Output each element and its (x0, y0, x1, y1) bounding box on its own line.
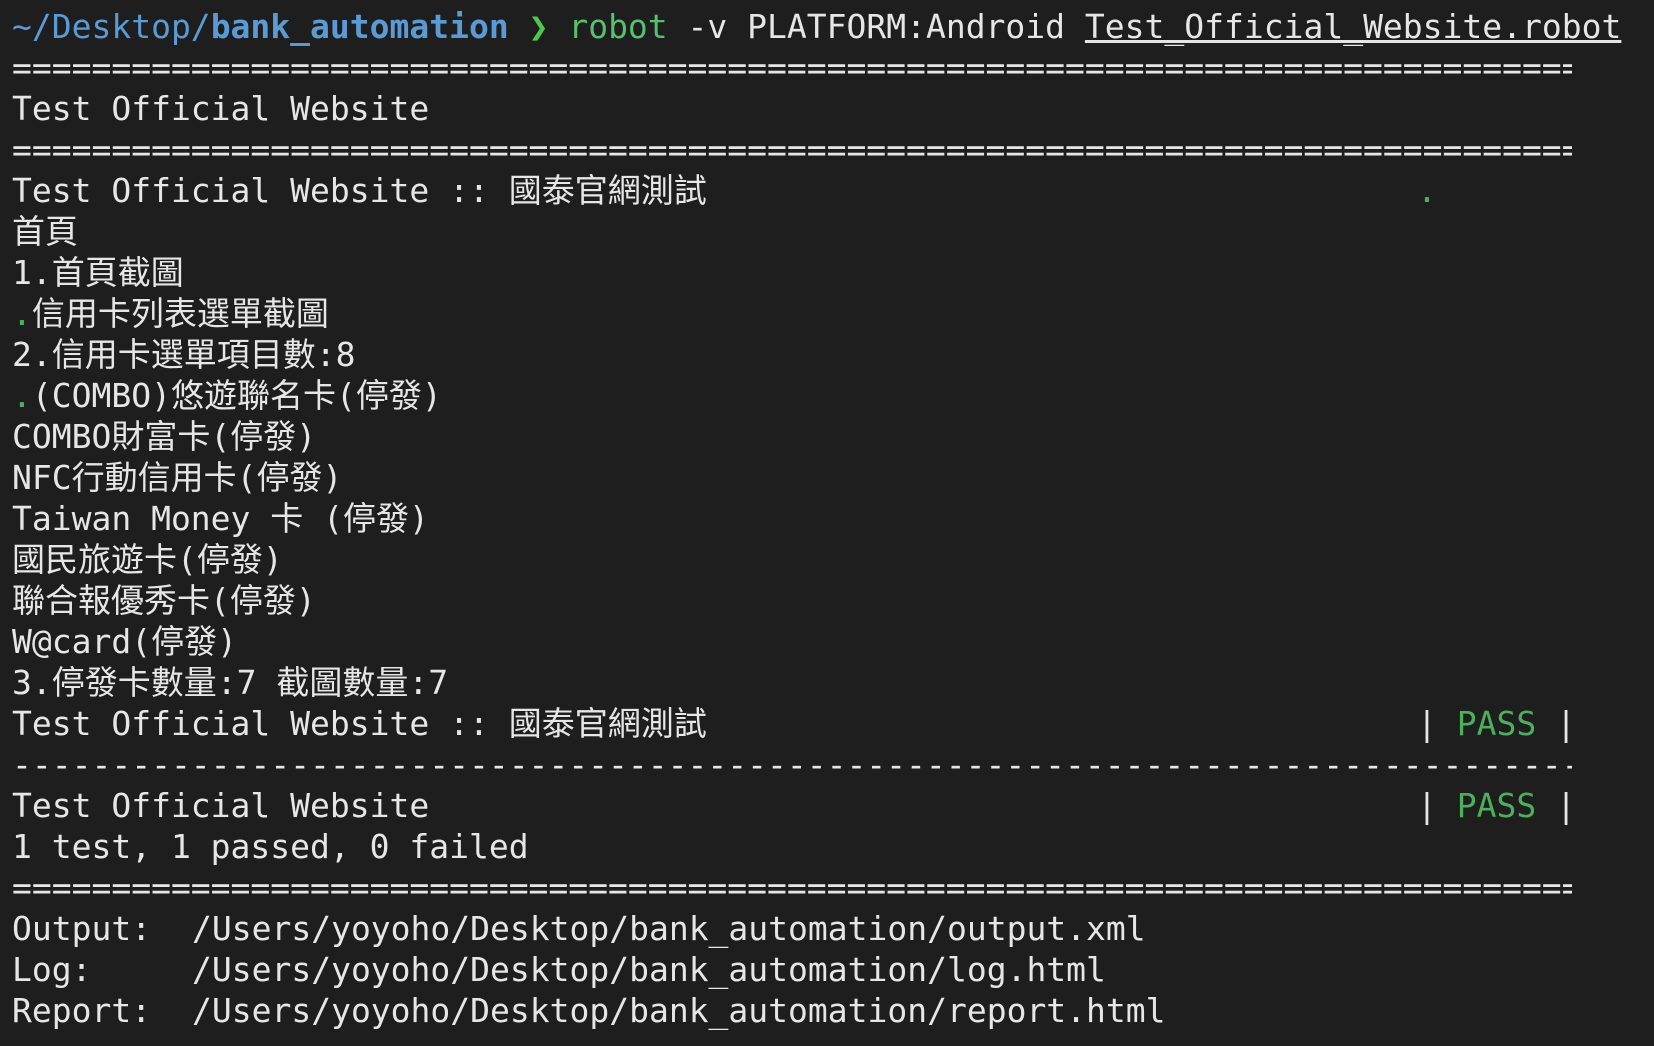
progress-dot: . (1417, 171, 1437, 210)
log-line: W@card(停發) (12, 621, 1632, 662)
log-line: Taiwan Money 卡 (停發) (12, 498, 1632, 539)
cwd-base: bank_automation (210, 7, 509, 46)
log-line-text: 信用卡列表選單截圖 (31, 294, 329, 333)
log-line-text: W@card(停發) (12, 622, 237, 661)
status-pipe-right: | (1556, 786, 1576, 825)
separator-double: ========================================… (12, 868, 1572, 907)
log-label: Log: (12, 950, 92, 989)
command-file-link[interactable]: Test_Official_Website.robot (1085, 7, 1621, 46)
test-result-status: | PASS | (1417, 703, 1576, 744)
report-file-line: Report: /Users/yoyoho/Desktop/bank_automa… (12, 990, 1632, 1031)
log-line: 首頁 (12, 211, 1632, 252)
report-label: Report: (12, 991, 152, 1030)
log-line-text: 1.首頁截圖 (12, 253, 184, 292)
log-line-text: 國民旅遊卡(停發) (12, 540, 283, 579)
status-pipe-right: | (1556, 704, 1576, 743)
log-line: 1.首頁截圖 (12, 252, 1632, 293)
log-line-text: 3.停發卡數量:7 截圖數量:7 (12, 663, 449, 702)
log-path-link[interactable]: /Users/yoyoho/Desktop/bank_automation/lo… (192, 950, 1106, 989)
cwd-prefix: ~/Desktop/ (12, 7, 211, 46)
log-line: 2.信用卡選單項目數:8 (12, 334, 1632, 375)
log-line: .(COMBO)悠遊聯名卡(停發) (12, 375, 1632, 416)
log-line-text: Taiwan Money 卡 (停發) (12, 499, 429, 538)
separator-double: ========================================… (12, 48, 1572, 87)
log-line: NFC行動信用卡(停發) (12, 457, 1632, 498)
pass-badge: PASS (1456, 704, 1537, 743)
output-label: Output: (12, 909, 152, 948)
command-name: robot (568, 7, 668, 46)
suite-name: Test Official Website (12, 89, 430, 128)
report-path-link[interactable]: /Users/yoyoho/Desktop/bank_automation/re… (192, 991, 1166, 1030)
log-line-text: COMBO財富卡(停發) (12, 417, 317, 456)
suite-result-title: Test Official Website (12, 786, 430, 825)
prompt-line: ~/Desktop/bank_automation ❯ robot -v PLA… (12, 6, 1632, 47)
test-result-line: Test Official Website :: 國泰官網測試 | PASS | (12, 703, 1632, 744)
log-line-text: 聯合報優秀卡(停發) (12, 581, 316, 620)
status-pipe-left: | (1417, 786, 1437, 825)
test-result-title: Test Official Website :: 國泰官網測試 (12, 704, 707, 743)
suite-result-status: | PASS | (1417, 785, 1576, 826)
suite-summary: 1 test, 1 passed, 0 failed (12, 827, 529, 866)
log-line: 國民旅遊卡(停發) (12, 539, 1632, 580)
log-line: 3.停發卡數量:7 截圖數量:7 (12, 662, 1632, 703)
log-output: 首頁 1.首頁截圖 .信用卡列表選單截圖 2.信用卡選單項目數:8 .(COMBO)悠遊… (12, 211, 1632, 703)
output-file-line: Output: /Users/yoyoho/Desktop/bank_automa… (12, 908, 1632, 949)
prompt-chevron-icon: ❯ (528, 7, 549, 46)
separator-single: ----------------------------------------… (12, 745, 1572, 784)
test-header-title: Test Official Website :: 國泰官網測試 (12, 171, 707, 210)
log-line-text: 2.信用卡選單項目數:8 (12, 335, 356, 374)
pass-badge: PASS (1456, 786, 1537, 825)
log-line: .信用卡列表選單截圖 (12, 293, 1632, 334)
log-line: COMBO財富卡(停發) (12, 416, 1632, 457)
log-file-line: Log: /Users/yoyoho/Desktop/bank_automatio… (12, 949, 1632, 990)
separator-double: ========================================… (12, 130, 1572, 169)
terminal-window: { "prompt": { "cwd_prefix": "~/Desktop/"… (0, 0, 1654, 1046)
log-line-text: NFC行動信用卡(停發) (12, 458, 343, 497)
log-line-dot: . (12, 294, 32, 333)
log-line-dot: . (12, 376, 32, 415)
log-line-text: (COMBO)悠遊聯名卡(停發) (31, 376, 442, 415)
suite-result-line: Test Official Website | PASS | (12, 785, 1632, 826)
log-line-text: 首頁 (12, 212, 78, 251)
test-header: Test Official Website :: 國泰官網測試. (12, 170, 1632, 211)
terminal-output[interactable]: ~/Desktop/bank_automation ❯ robot -v PLA… (12, 6, 1632, 1031)
status-pipe-left: | (1417, 704, 1437, 743)
command-args: -v PLATFORM:Android (687, 7, 1066, 46)
log-line: 聯合報優秀卡(停發) (12, 580, 1632, 621)
output-path-link[interactable]: /Users/yoyoho/Desktop/bank_automation/ou… (192, 909, 1146, 948)
